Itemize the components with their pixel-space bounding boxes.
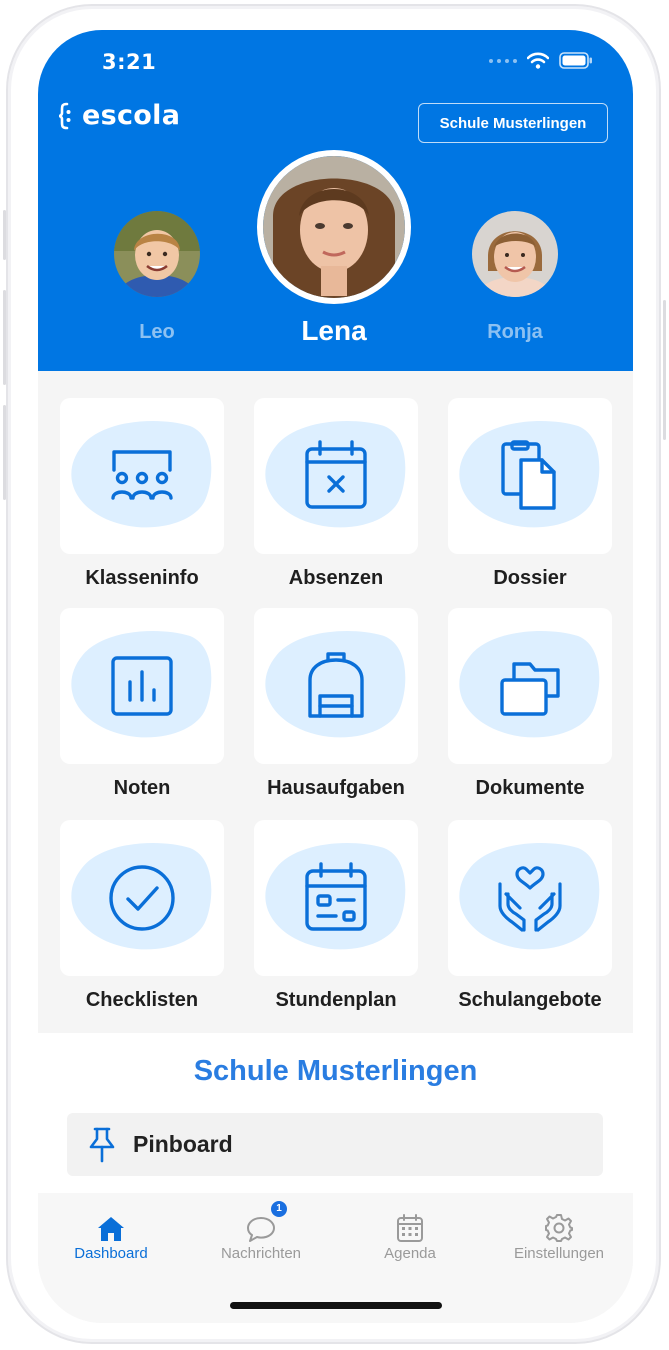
home-indicator: [230, 1302, 442, 1309]
tile-card[interactable]: [60, 820, 224, 976]
tab-label: Dashboard: [74, 1245, 148, 1262]
backpack-icon: [308, 652, 364, 718]
home-icon: [98, 1217, 124, 1241]
school-switch-button[interactable]: Schule Musterlingen: [418, 103, 608, 143]
tab-label: Agenda: [384, 1245, 436, 1262]
pin-icon: [89, 1127, 115, 1162]
unread-badge: 1: [271, 1201, 287, 1217]
phone-power-button: [663, 300, 666, 440]
tile-label: Stundenplan: [275, 989, 397, 1011]
tab-label: Einstellungen: [513, 1245, 605, 1262]
app-logo: escola: [58, 100, 180, 131]
wifi-icon: [527, 52, 549, 69]
status-icons: [489, 52, 593, 69]
school-section: Schule Musterlingen Pinboard: [38, 1033, 633, 1193]
phone-volume-down: [3, 405, 6, 500]
tile-label: Checklisten: [85, 989, 199, 1011]
avatar-leo[interactable]: [114, 211, 200, 297]
tab-einstellungen[interactable]: Einstellungen: [489, 1209, 629, 1262]
chat-icon: [247, 1217, 275, 1242]
tile-card[interactable]: [60, 608, 224, 764]
app-screen: 3:21 escola Schule Musterlingen Leo Lena…: [38, 30, 633, 1323]
phone-volume-up: [3, 290, 6, 385]
logo-text: escola: [82, 100, 181, 131]
tile-noten[interactable]: Noten: [60, 608, 224, 800]
gear-icon: [545, 1214, 573, 1242]
hands-heart-icon: [498, 866, 562, 932]
calendar-x-icon: [305, 440, 367, 509]
tile-card[interactable]: [60, 398, 224, 554]
tile-hausaufgaben[interactable]: Hausaufgaben: [254, 608, 418, 800]
tab-nachrichten[interactable]: 1 Nachrichten: [191, 1201, 331, 1262]
escola-logo-icon: [58, 102, 71, 129]
signal-dots-icon: [489, 58, 517, 63]
pinboard-label: Pinboard: [133, 1131, 233, 1157]
calendar-icon: [397, 1214, 423, 1242]
feature-grid: Klasseninfo Absenzen Dossier Noten Hausa…: [38, 371, 633, 1033]
tile-checklisten[interactable]: Checklisten: [60, 820, 224, 1012]
avatar-lena-selected[interactable]: [257, 150, 411, 304]
check-circle-icon: [109, 865, 175, 931]
header: 3:21 escola Schule Musterlingen Leo Lena…: [38, 30, 633, 371]
tab-label: Nachrichten: [220, 1245, 302, 1262]
status-time: 3:21: [102, 50, 157, 74]
tile-label: Dossier: [493, 567, 567, 589]
documents-copy-icon: [501, 440, 556, 510]
tile-dokumente[interactable]: Dokumente: [448, 608, 612, 800]
avatar-ronja[interactable]: [472, 211, 558, 297]
tile-dossier[interactable]: Dossier: [448, 398, 612, 590]
tile-label: Noten: [113, 777, 171, 799]
tile-label: Absenzen: [288, 567, 384, 589]
folders-icon: [500, 662, 560, 716]
group-icon: [111, 450, 173, 500]
tile-card[interactable]: [448, 820, 612, 976]
tile-absenzen[interactable]: Absenzen: [254, 398, 418, 590]
tile-label: Dokumente: [475, 777, 585, 799]
timetable-icon: [305, 862, 367, 931]
tile-card[interactable]: [448, 398, 612, 554]
profile-name-lena: Lena: [301, 315, 367, 346]
tile-card[interactable]: [254, 398, 418, 554]
tile-stundenplan[interactable]: Stundenplan: [254, 820, 418, 1012]
tab-agenda[interactable]: Agenda: [340, 1209, 480, 1262]
profile-name-leo[interactable]: Leo: [97, 321, 217, 344]
school-title: Schule Musterlingen: [193, 1055, 478, 1087]
tile-card[interactable]: [254, 608, 418, 764]
tab-dashboard[interactable]: Dashboard: [41, 1209, 181, 1262]
profile-name-ronja[interactable]: Ronja: [455, 321, 575, 344]
phone-side-button: [3, 210, 6, 260]
tile-label: Klasseninfo: [85, 567, 199, 589]
tile-schulangebote[interactable]: Schulangebote: [448, 820, 612, 1012]
bar-chart-icon: [111, 656, 173, 716]
battery-icon: [559, 52, 592, 69]
tile-klasseninfo[interactable]: Klasseninfo: [60, 398, 224, 590]
tile-card[interactable]: [254, 820, 418, 976]
pinboard-row[interactable]: Pinboard: [67, 1113, 603, 1176]
tile-label: Hausaufgaben: [267, 777, 405, 799]
tile-card[interactable]: [448, 608, 612, 764]
tile-label: Schulangebote: [458, 989, 602, 1011]
